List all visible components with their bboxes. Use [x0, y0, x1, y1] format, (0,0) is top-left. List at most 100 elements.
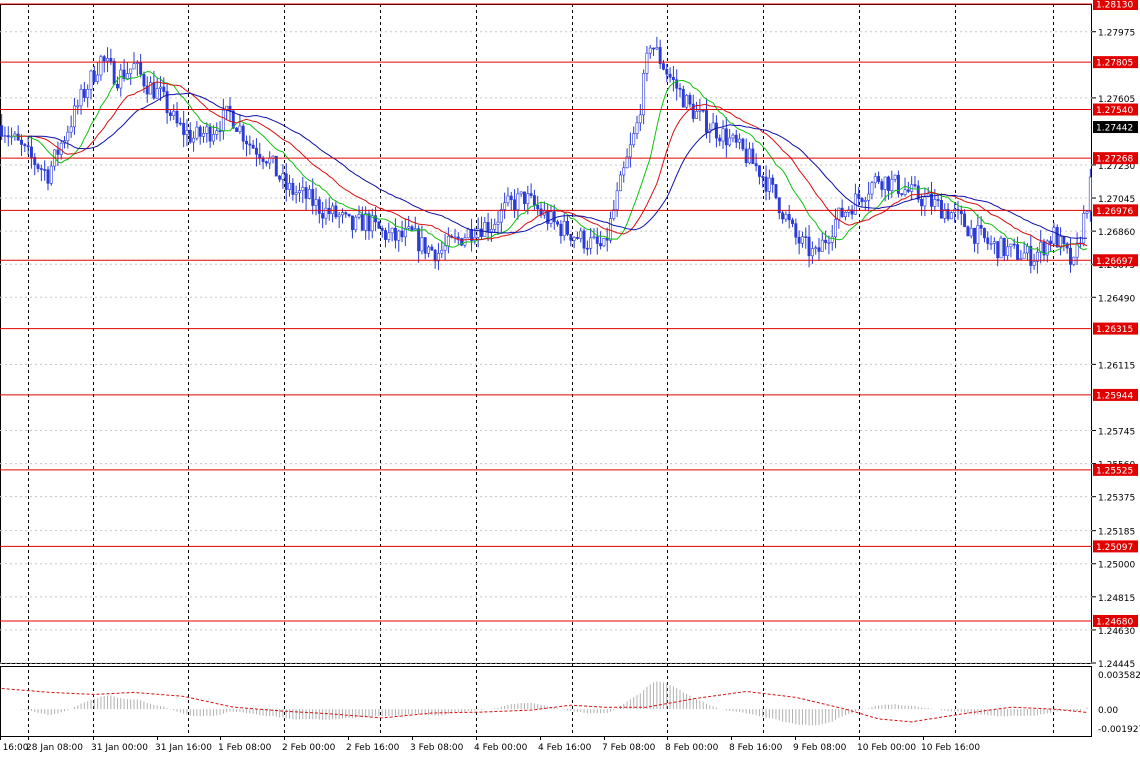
price-tick-label: 1.27605	[1098, 95, 1135, 105]
time-tick-label: 2 Feb 00:00	[282, 743, 336, 753]
candle-body	[605, 238, 609, 241]
candle-body	[198, 126, 202, 137]
candle-body	[642, 73, 646, 116]
candle-body	[102, 56, 106, 62]
level-tag-label: 1.25097	[1096, 543, 1133, 553]
candle-body	[579, 230, 583, 239]
candle-body	[936, 199, 940, 201]
candle-body	[655, 47, 659, 50]
candle-body	[695, 111, 699, 119]
candle-body	[337, 214, 341, 218]
candle-body	[112, 61, 116, 85]
candle-body	[681, 89, 685, 108]
candle-body	[966, 226, 970, 237]
candle-body	[129, 68, 133, 74]
candle-body	[49, 165, 53, 184]
candle-body	[1012, 243, 1016, 246]
level-tag-label: 1.26976	[1096, 207, 1133, 217]
candle-body	[701, 109, 705, 112]
candle-body	[738, 138, 742, 143]
candle-body	[331, 205, 335, 215]
candle-body	[268, 157, 272, 164]
candle-body	[211, 134, 215, 142]
candle-body	[384, 230, 387, 240]
candle-body	[638, 114, 642, 124]
candle-body	[900, 193, 904, 195]
candle-body	[195, 126, 199, 139]
candle-body	[202, 133, 205, 137]
candle-body	[314, 199, 318, 206]
price-tick-label: 1.27975	[1098, 29, 1135, 39]
candle-body	[724, 128, 728, 146]
candle-body	[920, 199, 924, 207]
price-tick-label: 1.27045	[1098, 195, 1135, 205]
candle-body	[572, 237, 576, 241]
candle-body	[499, 209, 503, 223]
candle-body	[205, 126, 209, 134]
candle-body	[1002, 237, 1006, 256]
candle-body	[810, 248, 814, 257]
candle-body	[906, 189, 910, 192]
candle-body	[125, 73, 129, 79]
level-tag-label: 1.26697	[1096, 257, 1133, 267]
candle-body	[294, 192, 298, 195]
candle-body	[387, 232, 391, 240]
oscillator-signal-line	[1, 688, 1088, 723]
candle-body	[645, 52, 649, 74]
candle-body	[380, 228, 384, 231]
level-tag-label: 1.27540	[1096, 106, 1133, 116]
candle-body	[526, 193, 530, 204]
candle-body	[367, 213, 371, 232]
candle-body	[324, 207, 328, 219]
candle-body	[781, 212, 785, 220]
candle-body	[996, 241, 1000, 259]
candle-body	[893, 174, 897, 180]
candle-body	[519, 191, 523, 195]
candle-body	[79, 89, 83, 107]
candle-body	[56, 149, 60, 155]
time-tick-label: 4 Feb 00:00	[474, 743, 528, 753]
candle-body	[347, 213, 351, 217]
candle-body	[870, 182, 874, 195]
candle-body	[443, 245, 447, 251]
oscillator-bars	[4, 681, 1088, 726]
candle-body	[830, 236, 834, 243]
price-tick-label: 1.24445	[1098, 660, 1135, 670]
candle-body	[390, 227, 394, 234]
price-tick-label: 1.26490	[1098, 294, 1135, 304]
candle-body	[509, 195, 513, 201]
candle-body	[1055, 227, 1059, 248]
level-tag-label: 1.27805	[1096, 59, 1133, 69]
candle-body	[982, 228, 986, 239]
candle-body	[304, 187, 308, 199]
candle-body	[648, 47, 652, 54]
candle-body	[463, 237, 467, 246]
candle-body	[188, 129, 192, 143]
oscillator-tick-label: 0.003582	[1098, 671, 1140, 681]
candle-body	[344, 212, 348, 215]
time-tick-label: 28 Jan 08:00	[26, 743, 83, 753]
candle-body	[221, 109, 225, 132]
candle-body	[327, 207, 331, 215]
candle-body	[820, 239, 824, 252]
candle-body	[718, 137, 722, 142]
candle-body	[132, 63, 136, 70]
candle-body	[168, 112, 172, 116]
price-tick-label: 1.24630	[1098, 627, 1135, 637]
candle-body	[976, 225, 980, 244]
candle-body	[6, 135, 10, 138]
candle-body	[615, 190, 619, 210]
time-tick-label: 10 Feb 16:00	[921, 743, 980, 753]
candle-body	[863, 200, 867, 202]
candle-body	[1062, 236, 1066, 244]
candle-body	[413, 228, 417, 231]
candle-body	[483, 222, 487, 237]
candle-body	[698, 109, 702, 112]
candle-body	[969, 227, 973, 237]
time-tick-label: 10 Feb 00:00	[857, 743, 916, 753]
candle-body	[480, 228, 483, 237]
candle-body	[582, 230, 586, 249]
current-price-label: 1.27442	[1096, 124, 1133, 134]
candle-body	[0, 125, 4, 137]
ma-mid-line	[18, 81, 1088, 247]
